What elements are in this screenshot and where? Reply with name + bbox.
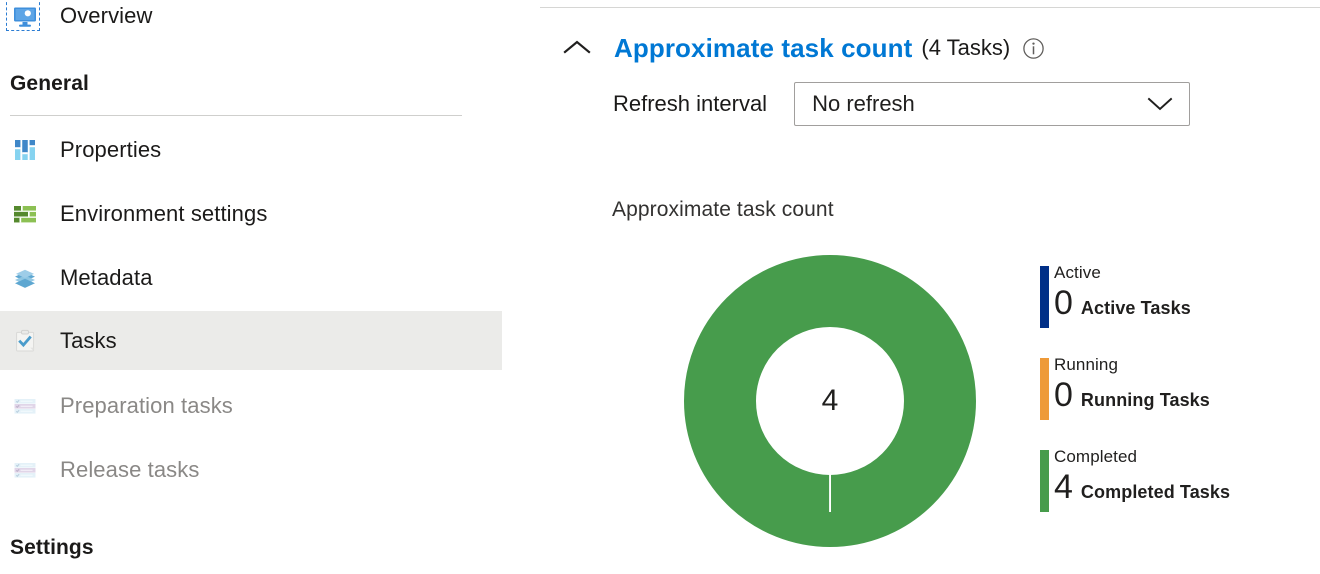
legend-swatch-running (1040, 358, 1049, 420)
legend-item-completed[interactable]: Completed 4 Completed Tasks (1030, 446, 1320, 513)
section-header: Approximate task count (4 Tasks) (520, 28, 1045, 68)
refresh-interval-row: Refresh interval No refresh (520, 82, 1191, 126)
sidebar-item-label: Metadata (60, 264, 153, 290)
legend-value-label-running: Running Tasks (1080, 390, 1210, 410)
legend-swatch-completed (1040, 450, 1049, 512)
legend-number-completed: 4 (1054, 468, 1073, 506)
legend-number-active: 0 (1054, 284, 1073, 322)
sidebar-group-divider (10, 115, 462, 116)
chevron-up-icon[interactable] (558, 29, 596, 67)
refresh-interval-label: Refresh interval (613, 91, 768, 116)
focus-outline (6, 0, 40, 31)
tasks-main-pane: Approximate task count (4 Tasks) Refresh… (520, 0, 1320, 574)
sidebar-item-preparation-tasks[interactable]: Preparation tasks (0, 376, 502, 435)
legend-value-label-completed: Completed Tasks (1080, 482, 1231, 502)
chart-legend: Active 0 Active Tasks Running 0 Running … (1030, 262, 1320, 538)
sidebar-item-environment-settings[interactable]: Environment settings (0, 184, 502, 243)
legend-value-row-active: 0 Active Tasks (1054, 286, 1320, 320)
metadata-layers-icon (10, 263, 40, 293)
refresh-interval-value: No refresh (812, 91, 915, 116)
sidebar-item-properties[interactable]: Properties (0, 120, 502, 179)
legend-value-label-active: Active Tasks (1080, 298, 1191, 318)
sidebar-item-release-tasks[interactable]: Release tasks (0, 440, 502, 499)
refresh-interval-dropdown[interactable]: No refresh (794, 82, 1191, 126)
properties-sliders-icon (10, 135, 40, 165)
info-circle-icon[interactable] (1021, 36, 1045, 60)
legend-swatch-active (1040, 266, 1049, 328)
donut-slice-seam (829, 437, 831, 512)
release-tasks-list-icon (10, 455, 40, 485)
preparation-tasks-list-icon (10, 391, 40, 421)
sidebar-item-label: Environment settings (60, 200, 268, 226)
chart-title: Approximate task count (612, 198, 834, 221)
monitor-overview-icon (6, 0, 40, 31)
chevron-down-icon (1145, 95, 1175, 113)
legend-label-active: Active (1054, 263, 1101, 282)
legend-label-completed: Completed (1054, 447, 1138, 466)
legend-number-running: 0 (1054, 376, 1073, 414)
pool-tasks-screen: Overview General Properties Environment … (0, 0, 1320, 574)
legend-item-active[interactable]: Active 0 Active Tasks (1030, 262, 1320, 329)
environment-settings-icon (10, 199, 40, 229)
tasks-clipboard-check-icon (10, 326, 40, 356)
sidebar-item-label: Preparation tasks (60, 392, 233, 418)
sidebar-group-settings: Settings (10, 536, 94, 559)
sidebar-group-general: General (10, 72, 89, 95)
legend-item-running[interactable]: Running 0 Running Tasks (1030, 354, 1320, 421)
legend-label-running: Running (1054, 355, 1119, 374)
approximate-task-count-donut-chart[interactable]: 4 (684, 255, 976, 555)
legend-value-row-running: 0 Running Tasks (1054, 378, 1320, 412)
sidebar-item-tasks[interactable]: Tasks (0, 311, 502, 370)
sidebar-item-metadata[interactable]: Metadata (0, 248, 502, 307)
sidebar-item-label: Tasks (60, 327, 117, 353)
sidebar-item-label: Release tasks (60, 456, 200, 482)
sidebar-item-overview[interactable]: Overview (0, 0, 502, 45)
section-task-count: (4 Tasks) (921, 35, 1011, 60)
section-title[interactable]: Approximate task count (614, 33, 912, 64)
legend-value-row-completed: 4 Completed Tasks (1054, 470, 1320, 504)
content-top-divider (540, 7, 1320, 8)
resource-menu-sidebar: Overview General Properties Environment … (0, 0, 520, 574)
sidebar-item-label: Properties (60, 136, 162, 162)
sidebar-item-label: Overview (60, 2, 153, 28)
